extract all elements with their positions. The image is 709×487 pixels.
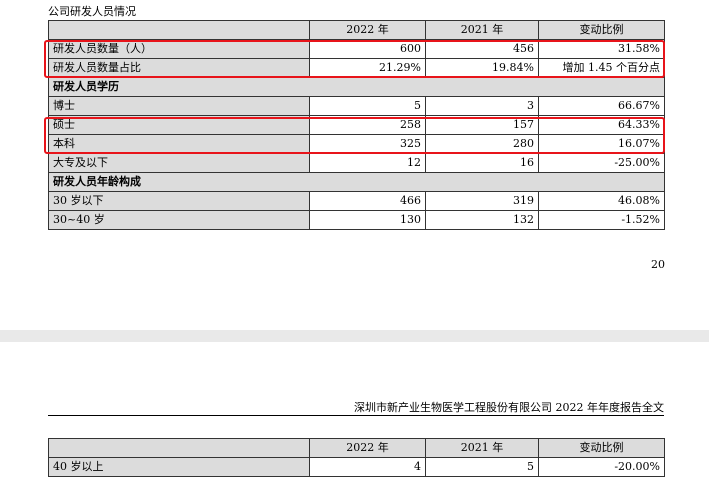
column-header: 2022 年 (309, 20, 426, 40)
section-label: 研发人员学历 (48, 77, 665, 97)
table-row: 40 岁以上 4 5 -20.00% (48, 457, 665, 477)
row-label: 本科 (48, 134, 310, 154)
row-label: 30~40 岁 (48, 210, 310, 230)
section-row: 研发人员学历 (48, 77, 665, 97)
row-label: 40 岁以上 (48, 457, 310, 477)
row-label: 硕士 (48, 115, 310, 135)
document-header: 深圳市新产业生物医学工程股份有限公司 2022 年年度报告全文 (354, 401, 664, 414)
column-header: 2021 年 (425, 438, 539, 458)
cell-value: 130 (309, 210, 426, 230)
cell-value: 增加 1.45 个百分点 (538, 58, 665, 78)
row-label: 30 岁以下 (48, 191, 310, 211)
cell-value: 66.67% (538, 96, 665, 116)
report-page-2: 深圳市新产业生物医学工程股份有限公司 2022 年年度报告全文 2022 年 20… (0, 342, 709, 487)
cell-value: 4 (309, 457, 426, 477)
rd-staff-table: 2022 年 2021 年变动比例 研发人员数量（人） 600 456 31.58% 研发人… (48, 20, 665, 230)
cell-value: 64.33% (538, 115, 665, 135)
cell-value: 280 (425, 134, 539, 154)
cell-value: 5 (309, 96, 426, 116)
page-number: 20 (651, 258, 665, 271)
row-label: 研发人员数量（人） (48, 39, 310, 59)
column-header: 2021 年 (425, 20, 539, 40)
cell-value: 456 (425, 39, 539, 59)
cell-value: 12 (309, 153, 426, 173)
report-page-1: 公司研发人员情况 2022 年 2021 年变动比例 研发人员数量（人） 600 456… (0, 0, 709, 312)
table-row: 研发人员数量（人） 600 456 31.58% (48, 39, 665, 59)
cell-value: 5 (425, 457, 539, 477)
cell-value: 31.58% (538, 39, 665, 59)
column-header: 变动比例 (538, 438, 665, 458)
cell-value: 132 (425, 210, 539, 230)
table-row: 本科 325 280 16.07% (48, 134, 665, 154)
cell-value: 16 (425, 153, 539, 173)
section-label: 研发人员年龄构成 (48, 172, 665, 192)
column-header (48, 20, 310, 40)
cell-value: 258 (309, 115, 426, 135)
cell-value: 19.84% (425, 58, 539, 78)
table-caption: 公司研发人员情况 (48, 5, 136, 18)
table-row: 大专及以下 12 16 -25.00% (48, 153, 665, 173)
table-header-row: 2022 年 2021 年变动比例 (48, 20, 665, 40)
cell-value: 16.07% (538, 134, 665, 154)
row-label: 研发人员数量占比 (48, 58, 310, 78)
cell-value: 325 (309, 134, 426, 154)
cell-value: 157 (425, 115, 539, 135)
table-row: 硕士 258 157 64.33% (48, 115, 665, 135)
table-row: 研发人员数量占比 21.29% 19.84% 增加 1.45 个百分点 (48, 58, 665, 78)
rd-staff-table-continued: 2022 年 2021 年变动比例 40 岁以上 4 5 -20.00% (48, 438, 665, 477)
table-row: 30~40 岁 130 132 -1.52% (48, 210, 665, 230)
table-header-row: 2022 年 2021 年变动比例 (48, 438, 665, 458)
column-header: 2022 年 (309, 438, 426, 458)
cell-value: -20.00% (538, 457, 665, 477)
table-row: 30 岁以下 466 319 46.08% (48, 191, 665, 211)
row-label: 博士 (48, 96, 310, 116)
cell-value: 466 (309, 191, 426, 211)
header-rule (48, 415, 664, 416)
cell-value: 3 (425, 96, 539, 116)
cell-value: 46.08% (538, 191, 665, 211)
cell-value: -25.00% (538, 153, 665, 173)
column-header (48, 438, 310, 458)
cell-value: -1.52% (538, 210, 665, 230)
cell-value: 21.29% (309, 58, 426, 78)
page-gap (0, 330, 709, 342)
cell-value: 319 (425, 191, 539, 211)
column-header: 变动比例 (538, 20, 665, 40)
table-row: 博士 5 3 66.67% (48, 96, 665, 116)
section-row: 研发人员年龄构成 (48, 172, 665, 192)
row-label: 大专及以下 (48, 153, 310, 173)
cell-value: 600 (309, 39, 426, 59)
